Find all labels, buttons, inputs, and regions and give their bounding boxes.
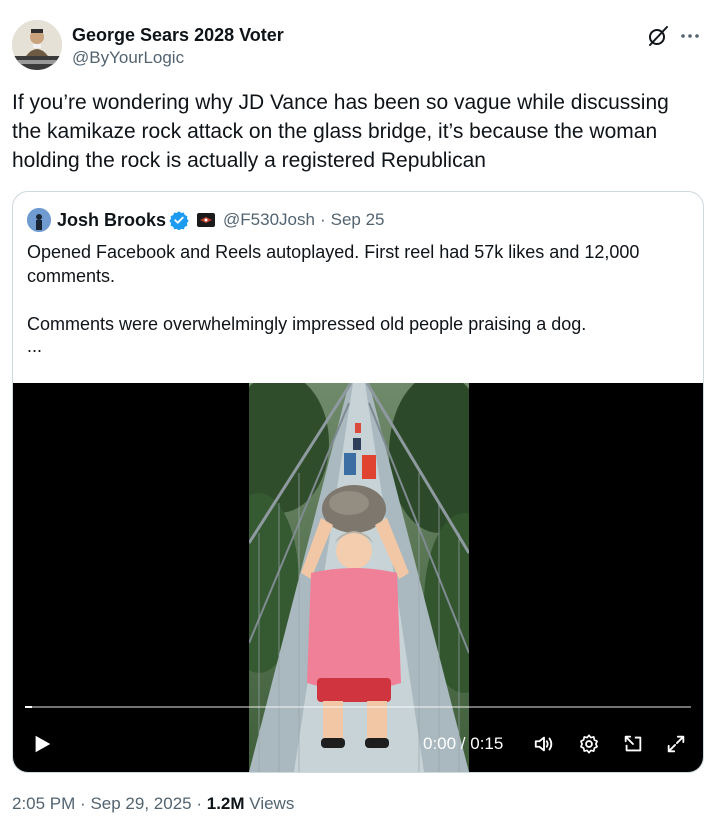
quoted-tweet[interactable]: Josh Brooks @F530Josh · Sep 25 Opened Fa… <box>12 191 704 773</box>
quoted-author-name[interactable]: Josh Brooks <box>57 210 166 231</box>
affiliate-badge-icon <box>197 213 216 227</box>
tweet-meta: 2:05 PM · Sep 29, 2025 · 1.2M Views <box>12 793 294 815</box>
tweet-header: George Sears 2028 Voter @ByYourLogic <box>12 20 704 72</box>
author-display-name[interactable]: George Sears 2028 Voter <box>72 24 284 46</box>
tweet-date[interactable]: Sep 29, 2025 <box>90 794 191 813</box>
video-frame-image <box>249 383 469 772</box>
views-count: 1.2M <box>206 794 245 813</box>
quoted-tweet-date[interactable]: Sep 25 <box>331 210 385 230</box>
more-icon[interactable] <box>678 24 702 48</box>
views-label: Views <box>249 794 295 813</box>
video-player[interactable]: 0:00 / 0:15 <box>13 383 703 772</box>
author-handle[interactable]: @ByYourLogic <box>72 47 284 69</box>
separator-dot: · <box>196 794 203 813</box>
video-progress-bar[interactable] <box>25 706 691 708</box>
author-avatar[interactable] <box>12 20 62 70</box>
grok-icon[interactable] <box>646 24 670 48</box>
play-icon[interactable] <box>31 733 53 755</box>
volume-icon[interactable] <box>533 733 555 755</box>
tweet-text: If you’re wondering why JD Vance has bee… <box>12 91 669 172</box>
quoted-paragraph: Comments were overwhelmingly impressed o… <box>27 314 587 334</box>
quoted-author-avatar[interactable] <box>27 208 51 232</box>
separator-dot: · <box>80 794 86 813</box>
avatar-photo-icon <box>27 208 51 232</box>
video-progress-fill <box>25 706 32 708</box>
avatar-photo-icon <box>12 20 62 70</box>
settings-icon[interactable] <box>578 733 600 755</box>
quoted-tweet-header: Josh Brooks @F530Josh · Sep 25 <box>27 208 385 232</box>
quoted-paragraph: Opened Facebook and Reels autoplayed. Fi… <box>27 242 640 286</box>
separator-dot: · <box>319 210 326 229</box>
pip-icon[interactable] <box>622 733 644 755</box>
quoted-tweet-text: Opened Facebook and Reels autoplayed. Fi… <box>27 240 687 356</box>
video-time: 0:00 / 0:15 <box>423 734 504 753</box>
tweet-time[interactable]: 2:05 PM <box>12 794 75 813</box>
quoted-author-handle[interactable]: @F530Josh <box>223 210 315 230</box>
verified-badge-icon <box>169 211 189 230</box>
fullscreen-icon[interactable] <box>665 733 687 755</box>
quoted-ellipsis: ... <box>27 336 43 356</box>
